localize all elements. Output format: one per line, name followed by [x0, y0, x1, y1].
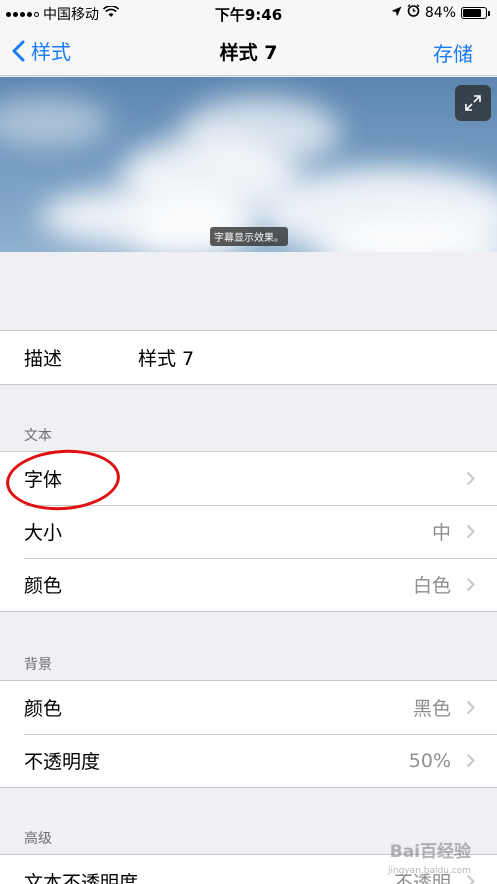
navigation-bar: 样式 样式 7 存储 — [0, 26, 497, 76]
battery-percent: 84% — [424, 4, 456, 21]
background-opacity-label: 不透明度 — [24, 751, 101, 773]
size-row[interactable]: 大小 中 — [0, 505, 497, 558]
status-right: 84% — [391, 4, 490, 21]
chevron-right-icon — [466, 577, 475, 592]
section-header-background: 背景 — [24, 657, 52, 673]
expand-icon — [465, 95, 481, 111]
preview-caption: 字幕显示效果。 — [210, 227, 288, 246]
text-color-label: 颜色 — [24, 575, 63, 597]
background-opacity-row[interactable]: 不透明度 50% — [0, 734, 497, 787]
chevron-right-icon — [466, 524, 475, 539]
chevron-right-icon — [466, 700, 475, 715]
background-color-value: 黑色 — [412, 698, 451, 720]
text-color-row[interactable]: 颜色 白色 — [0, 558, 497, 611]
status-bar: 中国移动 下午9:46 84% — [0, 0, 497, 26]
description-value: 样式 7 — [138, 348, 195, 370]
section-header-text: 文本 — [24, 428, 52, 444]
text-color-value: 白色 — [412, 575, 451, 597]
size-value: 中 — [431, 522, 451, 544]
chevron-right-icon — [466, 753, 475, 768]
watermark-sub: jingyan.baidu.com — [387, 866, 471, 876]
watermark: Bai百经验 — [389, 842, 471, 862]
size-label: 大小 — [24, 522, 63, 544]
background-color-row[interactable]: 颜色 黑色 — [0, 681, 497, 734]
text-opacity-label: 文本不透明度 — [24, 872, 139, 884]
alarm-icon — [407, 4, 420, 21]
save-button[interactable]: 存储 — [433, 38, 473, 67]
description-row[interactable]: 描述 样式 7 — [0, 331, 497, 384]
section-header-advanced: 高级 — [24, 831, 52, 847]
subtitle-preview: 字幕显示效果。 — [0, 77, 497, 252]
location-icon — [391, 5, 402, 21]
background-opacity-value: 50% — [408, 749, 451, 772]
page-title: 样式 7 — [219, 42, 278, 64]
description-group: 描述 样式 7 — [0, 330, 497, 385]
background-color-label: 颜色 — [24, 698, 63, 720]
description-label: 描述 — [24, 348, 63, 370]
background-group: 颜色 黑色 不透明度 50% — [0, 680, 497, 788]
chevron-right-icon — [466, 471, 475, 486]
battery-icon — [461, 6, 490, 19]
expand-button[interactable] — [455, 85, 491, 121]
